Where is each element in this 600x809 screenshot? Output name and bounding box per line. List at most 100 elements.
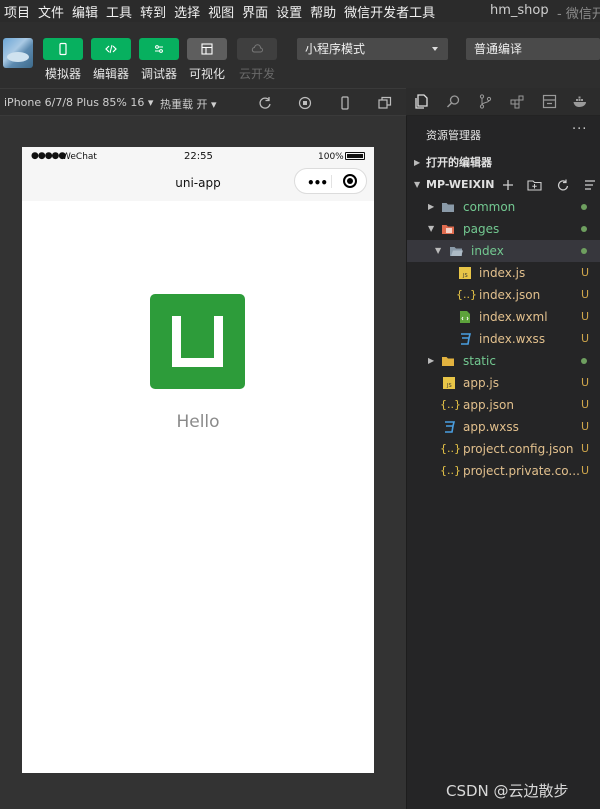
editor-button[interactable] <box>91 38 131 60</box>
git-status: U <box>581 376 590 389</box>
uni-app-logo <box>150 294 245 389</box>
debugger-button[interactable] <box>139 38 179 60</box>
explorer-panel: 资源管理器 ··· ▶ 打开的编辑器 ▼ MP-WEIXIN ▶ common <box>406 116 600 809</box>
new-folder-icon[interactable] <box>527 180 542 191</box>
phone-icon <box>59 42 67 56</box>
debugger-label: 调试器 <box>140 67 177 81</box>
menu-help[interactable]: 帮助 <box>307 2 339 21</box>
json-file-icon: {..} <box>440 398 461 411</box>
new-file-icon[interactable] <box>503 180 513 190</box>
popout-icon[interactable] <box>377 95 393 111</box>
open-editors-section[interactable]: ▶ 打开的编辑器 <box>407 152 600 174</box>
menu-select[interactable]: 选择 <box>171 2 203 21</box>
explorer-icon[interactable] <box>414 93 431 110</box>
tree-item-app-wxss[interactable]: app.wxss U <box>407 416 600 438</box>
code-icon <box>105 44 117 54</box>
compile-select-value: 普通编译 <box>474 42 523 56</box>
capsule-divider <box>331 175 332 188</box>
menu-edit[interactable]: 编辑 <box>69 2 101 21</box>
status-dot <box>581 248 587 254</box>
js-file-icon: JS <box>459 267 471 279</box>
tree-item-index-js[interactable]: JS index.js U <box>407 262 600 284</box>
extensions-icon[interactable] <box>509 93 526 110</box>
tree-item-label: app.wxss <box>463 420 519 434</box>
wechat-devtools-window: 项目 文件 编辑 工具 转到 选择 视图 界面 设置 帮助 微信开发者工具 hm… <box>0 0 600 809</box>
carrier-name: WeChat <box>62 152 97 162</box>
menu-goto[interactable]: 转到 <box>137 2 169 21</box>
simulator-label: 模拟器 <box>44 67 81 81</box>
git-status: U <box>581 332 590 345</box>
user-avatar[interactable] <box>3 38 33 68</box>
json-file-icon: {..} <box>440 442 461 455</box>
git-status: U <box>581 464 590 477</box>
simulator-panel: ●●●●● WeChat 22:55 100% uni-app ••• Hell… <box>0 116 406 809</box>
battery-percent: 100% <box>318 152 344 162</box>
tree-item-index-folder[interactable]: ▼ index <box>407 240 600 262</box>
svg-text:JS: JS <box>462 273 468 279</box>
tree-item-pages[interactable]: ▼ pages <box>407 218 600 240</box>
project-root-section[interactable]: ▼ MP-WEIXIN <box>407 174 600 196</box>
layout-icon <box>201 43 213 55</box>
stop-icon[interactable] <box>297 95 313 111</box>
compile-select[interactable]: 普通编译 <box>466 38 600 60</box>
status-time: 22:55 <box>184 151 213 162</box>
explorer-title: 资源管理器 <box>426 129 481 142</box>
refresh-icon[interactable] <box>257 95 273 111</box>
menu-file[interactable]: 文件 <box>35 2 67 21</box>
menu-interface[interactable]: 界面 <box>239 2 271 21</box>
capsule-menu[interactable]: ••• <box>294 168 367 194</box>
device-select[interactable]: iPhone 6/7/8 Plus 85% 16 ▾ <box>4 96 153 109</box>
search-icon[interactable] <box>445 93 462 110</box>
phone-icon[interactable] <box>337 95 353 111</box>
signal-icon: ●●●●● <box>31 151 66 161</box>
collapse-all-icon[interactable] <box>585 180 595 190</box>
tree-item-static[interactable]: ▶ static <box>407 350 600 372</box>
simulator-toolbar: iPhone 6/7/8 Plus 85% 16 ▾ 热重载 开 ▾ <box>0 88 406 116</box>
source-control-icon[interactable] <box>477 93 494 110</box>
open-editors-label: 打开的编辑器 <box>426 156 492 169</box>
tree-item-project-private[interactable]: {..} project.private.co... U <box>407 460 600 482</box>
project-title: hm_shop <box>490 3 549 18</box>
phone-screen[interactable]: ●●●●● WeChat 22:55 100% uni-app ••• Hell… <box>22 147 374 773</box>
tree-item-app-json[interactable]: {..} app.json U <box>407 394 600 416</box>
tree-item-common[interactable]: ▶ common <box>407 196 600 218</box>
wxss-file-icon <box>445 421 456 433</box>
mode-select[interactable]: 小程序模式 <box>297 38 448 60</box>
tree-item-label: pages <box>463 222 500 236</box>
tree-item-app-js[interactable]: JS app.js U <box>407 372 600 394</box>
menu-settings[interactable]: 设置 <box>273 2 305 21</box>
more-icon[interactable]: ••• <box>307 176 328 190</box>
tree-item-project-config[interactable]: {..} project.config.json U <box>407 438 600 460</box>
menu-tools[interactable]: 工具 <box>103 2 135 21</box>
visual-button[interactable] <box>187 38 227 60</box>
chevron-right-icon: ▶ <box>414 158 421 167</box>
tree-item-index-wxml[interactable]: index.wxml U <box>407 306 600 328</box>
simulator-button[interactable] <box>43 38 83 60</box>
more-icon[interactable]: ··· <box>572 122 587 137</box>
editor-label: 编辑器 <box>92 67 129 81</box>
battery-icon <box>345 152 365 160</box>
hello-text: Hello <box>176 412 220 432</box>
menu-project[interactable]: 项目 <box>0 2 33 21</box>
activity-bar <box>406 88 600 116</box>
status-dot <box>581 226 587 232</box>
chevron-down-icon: ▼ <box>414 180 421 189</box>
tree-item-label: index.js <box>479 266 526 280</box>
chevron-right-icon: ▶ <box>428 356 435 365</box>
json-file-icon: {..} <box>440 464 461 477</box>
cloud-button[interactable] <box>237 38 277 60</box>
hot-reload-select[interactable]: 热重载 开 ▾ <box>160 96 217 112</box>
menu-devtools[interactable]: 微信开发者工具 <box>341 2 438 21</box>
tree-item-index-wxss[interactable]: index.wxss U <box>407 328 600 350</box>
folder-open-icon <box>450 247 463 256</box>
project-root-label: MP-WEIXIN <box>426 178 495 191</box>
toolbar: 模拟器 编辑器 调试器 可视化 云开发 小程序模式 普通编译 <box>0 22 600 88</box>
tree-item-index-json[interactable]: {..} index.json U <box>407 284 600 306</box>
explorer-header: 资源管理器 ··· <box>407 116 600 152</box>
docker-icon[interactable] <box>572 93 589 110</box>
tree-item-label: project.private.co... <box>463 464 580 478</box>
menu-view[interactable]: 视图 <box>205 2 237 21</box>
storage-icon[interactable] <box>541 93 558 110</box>
close-circle-icon[interactable] <box>343 174 357 188</box>
refresh-icon[interactable] <box>557 179 569 191</box>
